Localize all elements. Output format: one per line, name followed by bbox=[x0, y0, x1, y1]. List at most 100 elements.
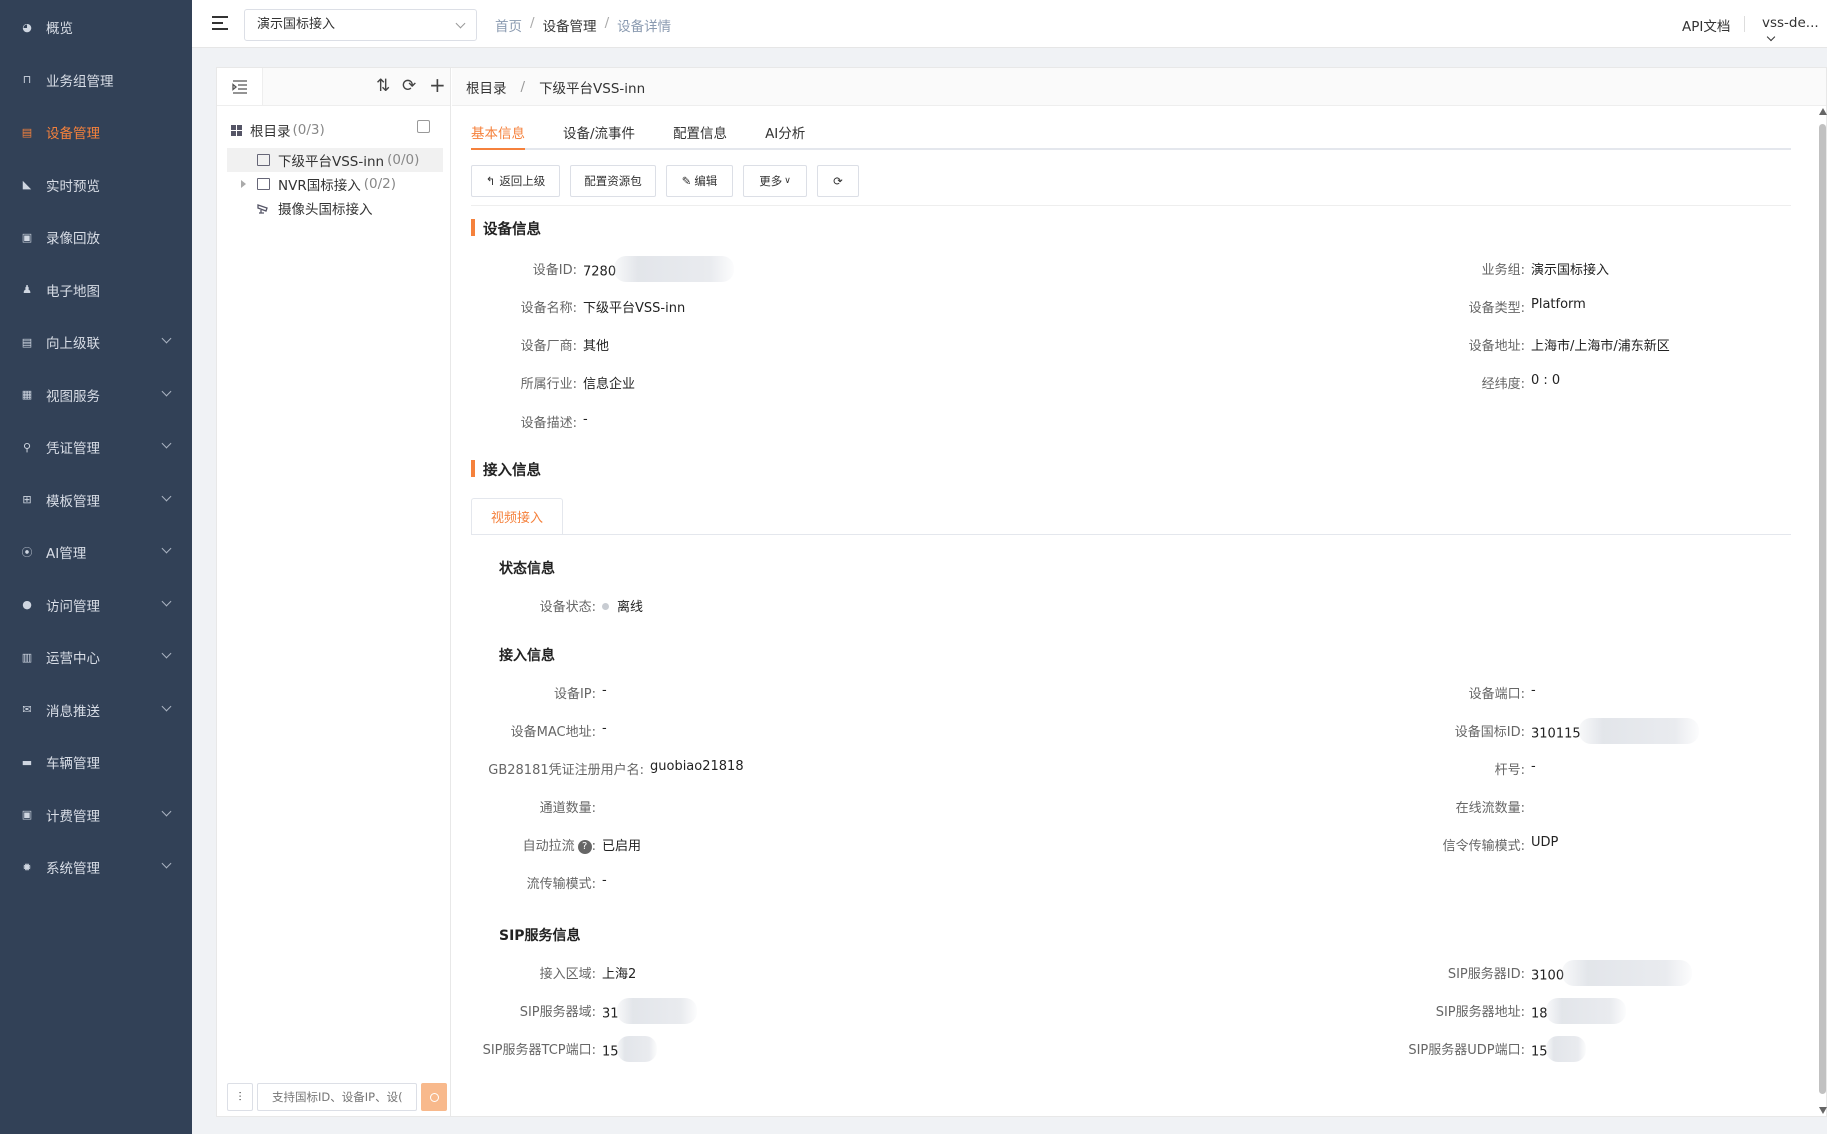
redacted-mask bbox=[1545, 1036, 1586, 1062]
field-device-name: 设备名称: 下级平台VSS-inn bbox=[521, 297, 686, 316]
sidebar-item[interactable]: ▦ 视图服务 bbox=[0, 373, 192, 417]
filter-icon[interactable]: ⫶ bbox=[227, 1083, 253, 1111]
section-title-access-info: 接入信息 bbox=[471, 459, 541, 480]
sidebar-item[interactable]: ⊞ 模板管理 bbox=[0, 478, 192, 522]
scrollbar[interactable] bbox=[1818, 108, 1827, 1114]
field-value: - bbox=[602, 721, 607, 736]
config-package-button[interactable]: 配置资源包 bbox=[570, 165, 656, 197]
field-value: 信息企业 bbox=[583, 377, 636, 392]
field-stream-mode: 流传输模式: - bbox=[527, 873, 607, 892]
sidebar-item[interactable]: ✹ 系统管理 bbox=[0, 845, 192, 889]
menu-toggle-icon[interactable] bbox=[212, 14, 232, 32]
sidebar-item[interactable]: ▣ 录像回放 bbox=[0, 215, 192, 259]
scroll-up-icon[interactable] bbox=[1819, 108, 1827, 115]
field-label: 设备国标ID: bbox=[1454, 725, 1525, 740]
chevron-down-icon bbox=[161, 596, 172, 606]
field-label: SIP服务器UDP端口: bbox=[1408, 1043, 1525, 1058]
sidebar-item[interactable]: ▤ 向上级联 bbox=[0, 320, 192, 364]
sidebar-item-label: 运营中心 bbox=[46, 651, 100, 667]
field-value: UDP bbox=[1531, 835, 1559, 850]
sidebar-item[interactable]: ◣ 实时预览 bbox=[0, 163, 192, 207]
field-value: 已启用 bbox=[602, 839, 642, 854]
ai-icon: ⦿ bbox=[21, 546, 33, 559]
sidebar-item[interactable]: ⦿ AI管理 bbox=[0, 530, 192, 574]
field-value: 其他 bbox=[583, 339, 610, 354]
field-sip-id: SIP服务器ID: 3100 bbox=[1448, 960, 1693, 989]
sidebar-item[interactable]: ◕ 概览 bbox=[0, 5, 192, 49]
topbar: 演示国标接入 首页 / 设备管理 / 设备详情 API文档 vss-de... bbox=[192, 0, 1827, 48]
chevron-down-icon bbox=[161, 543, 172, 554]
sidebar-item[interactable]: ♟ 电子地图 bbox=[0, 268, 192, 312]
edit-button-label: 编辑 bbox=[694, 174, 718, 188]
sidebar-item[interactable]: ▥ 运营中心 bbox=[0, 635, 192, 679]
sidebar-item[interactable]: ● 访问管理 bbox=[0, 583, 192, 627]
redacted-mask bbox=[614, 256, 735, 282]
refresh-icon[interactable]: ⟳ bbox=[402, 76, 416, 96]
redacted-mask bbox=[1562, 960, 1693, 986]
gear-icon: ✹ bbox=[22, 860, 32, 874]
sidebar-item-label: 业务组管理 bbox=[46, 73, 114, 90]
more-button[interactable]: 更多 ∨ bbox=[743, 165, 807, 197]
sort-icon[interactable]: ⇅ bbox=[376, 76, 390, 96]
tab-video-access[interactable]: 视频接入 bbox=[471, 498, 563, 535]
breadcrumb-device-mgmt[interactable]: 设备管理 bbox=[543, 15, 597, 35]
auto-pull-label: 自动拉流 bbox=[522, 839, 575, 854]
chevron-down-icon bbox=[1766, 32, 1776, 42]
expand-arrow-icon[interactable] bbox=[241, 180, 246, 188]
collapse-tree-icon[interactable] bbox=[217, 68, 263, 105]
field-label: 设备ID: bbox=[532, 263, 577, 278]
sidebar-item[interactable]: ⚲ 凭证管理 bbox=[0, 425, 192, 469]
field-signal-mode: 信令传输模式: UDP bbox=[1443, 835, 1559, 854]
sidebar-item[interactable]: ▬ 车辆管理 bbox=[0, 740, 192, 784]
breadcrumb: 首页 / 设备管理 / 设备详情 bbox=[495, 15, 672, 35]
tree-node-platform[interactable]: 下级平台VSS-inn (0/0) bbox=[227, 148, 443, 172]
sidebar-item-label: AI管理 bbox=[46, 546, 87, 562]
field-label: 设备端口: bbox=[1468, 687, 1525, 702]
tab-events[interactable]: 设备/流事件 bbox=[563, 114, 635, 148]
api-doc-link[interactable]: API文档 bbox=[1682, 15, 1730, 35]
search-button[interactable] bbox=[421, 1083, 447, 1111]
chevron-down-icon bbox=[161, 806, 172, 816]
sidebar-item[interactable]: ▣ 计费管理 bbox=[0, 793, 192, 837]
scroll-down-icon[interactable] bbox=[1819, 1107, 1827, 1114]
sidebar-item[interactable]: ✉ 消息推送 bbox=[0, 688, 192, 732]
user-menu[interactable]: vss-de... bbox=[1762, 15, 1827, 47]
sidebar: ◕ 概览 ⊓ 业务组管理 ▤ 设备管理 ◣ 实时预览 ▣ 录像回放 ♟ 电子地图 ▤ 向上级联 ▦ 视图服务 ⚲… bbox=[0, 0, 192, 1134]
field-value: 下级平台VSS-inn bbox=[583, 301, 686, 316]
sidebar-item[interactable]: ⊓ 业务组管理 bbox=[0, 58, 192, 102]
field-sip-domain: SIP服务器域: 31 bbox=[520, 998, 697, 1027]
template-icon: ⊞ bbox=[22, 493, 32, 506]
field-label: 通道数量: bbox=[539, 801, 596, 816]
field-value: - bbox=[602, 873, 607, 888]
field-label: SIP服务器地址: bbox=[1435, 1005, 1525, 1020]
back-icon: ↰ bbox=[485, 174, 496, 188]
tree-search-input[interactable] bbox=[257, 1083, 417, 1111]
sidebar-item[interactable]: ▤ 设备管理 bbox=[0, 110, 192, 154]
back-button[interactable]: ↰ 返回上级 bbox=[471, 165, 560, 197]
field-value: 310115 bbox=[1531, 726, 1581, 742]
edit-button[interactable]: ✎ 编辑 bbox=[666, 165, 733, 197]
add-icon[interactable]: + bbox=[429, 73, 446, 97]
tree-node-nvr[interactable]: NVR国标接入 (0/2) bbox=[227, 172, 443, 196]
tree-node-label: 摄像头国标接入 bbox=[278, 202, 373, 218]
refresh-icon: ⟳ bbox=[833, 174, 843, 188]
tree-node-camera[interactable]: 摄像头国标接入 bbox=[227, 196, 443, 220]
edit-icon[interactable] bbox=[417, 120, 430, 133]
sidebar-item-label: 录像回放 bbox=[46, 231, 100, 247]
tab-basic-info[interactable]: 基本信息 bbox=[471, 114, 525, 150]
field-geo: 经纬度: 0 : 0 bbox=[1482, 373, 1561, 392]
tab-config[interactable]: 配置信息 bbox=[673, 114, 727, 148]
group-select[interactable]: 演示国标接入 bbox=[244, 9, 477, 41]
dashboard-icon: ◕ bbox=[22, 20, 32, 34]
section-title-device-info: 设备信息 bbox=[471, 218, 541, 239]
scroll-thumb[interactable] bbox=[1819, 124, 1826, 1094]
tree-root[interactable]: 根目录 (0/3) bbox=[231, 120, 325, 140]
refresh-button[interactable]: ⟳ bbox=[817, 165, 859, 197]
sidebar-item-label: 视图服务 bbox=[46, 388, 100, 405]
help-icon[interactable]: ? bbox=[577, 839, 592, 854]
field-sip-tcp-port: SIP服务器TCP端口: 15 bbox=[483, 1036, 657, 1065]
detail-breadcrumb-root[interactable]: 根目录 bbox=[466, 77, 507, 97]
tab-ai-analysis[interactable]: AI分析 bbox=[765, 114, 805, 148]
building-icon: ▥ bbox=[21, 650, 33, 664]
breadcrumb-home[interactable]: 首页 bbox=[495, 15, 522, 35]
